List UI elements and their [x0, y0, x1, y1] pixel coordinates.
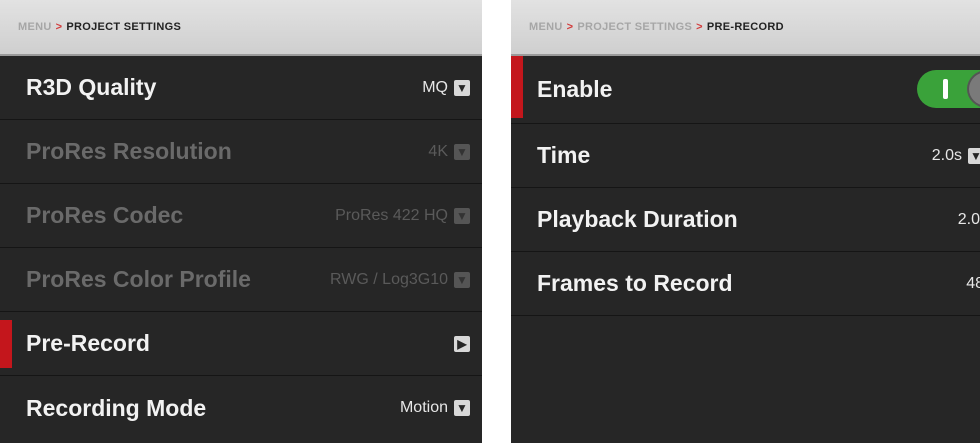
chevron-down-icon: ▼ [454, 79, 470, 96]
toggle-knob [967, 70, 980, 108]
chevron-down-icon: ▼ [454, 271, 470, 288]
dropdown-value-text: ProRes 422 HQ [335, 206, 448, 224]
breadcrumb-parent[interactable]: PROJECT SETTINGS [577, 21, 692, 33]
dropdown-value: RWG / Log3G10 ▼ [330, 271, 470, 289]
breadcrumb-current: PROJECT SETTINGS [66, 21, 182, 33]
dropdown-value[interactable]: Motion ▼ [400, 399, 470, 417]
dropdown-value[interactable]: 2.0s ▼ [932, 147, 980, 165]
menu-row-recording-mode[interactable]: Recording Mode Motion ▼ [0, 376, 482, 440]
menu-row-r3d-quality[interactable]: R3D Quality MQ ▼ [0, 56, 482, 120]
menu-row-label: Playback Duration [537, 206, 738, 232]
pre-record-panel: MENU > PROJECT SETTINGS > PRE-RECORD Ena… [511, 0, 980, 443]
breadcrumb: MENU > PROJECT SETTINGS [0, 0, 482, 56]
dropdown-value-text: Motion [399, 399, 448, 416]
menu-row-pre-record[interactable]: Pre-Record ▶ [0, 312, 482, 376]
readonly-value: 48 [966, 274, 980, 292]
menu-row-label: Time [537, 142, 591, 168]
menu-row-prores-resolution: ProRes Resolution 4K ▼ [0, 120, 482, 184]
menu-row-playback-duration: Playback Duration 2.0s [511, 188, 980, 252]
menu-row-label: ProRes Codec [26, 202, 184, 228]
menu-row-label: Frames to Record [537, 270, 733, 296]
menu-row-prores-color-profile: ProRes Color Profile RWG / Log3G10 ▼ [0, 248, 482, 312]
dropdown-value-text: MQ [422, 78, 448, 96]
dropdown-value[interactable]: MQ ▼ [422, 79, 470, 97]
menu-row-label: Pre-Record [26, 330, 150, 356]
menu-row-prores-codec: ProRes Codec ProRes 422 HQ ▼ [0, 184, 482, 248]
chevron-down-icon: ▼ [968, 147, 980, 164]
dropdown-value-text: 4K [428, 142, 448, 160]
menu-row-label: Recording Mode [26, 394, 207, 421]
menu-row-enable[interactable]: Enable [511, 56, 980, 124]
breadcrumb-separator: > [55, 21, 63, 33]
menu-row-label: ProRes Resolution [26, 138, 232, 164]
menu-row-frames-to-record: Frames to Record 48 [511, 252, 980, 316]
dropdown-value: ProRes 422 HQ ▼ [335, 207, 470, 225]
project-settings-panel: MENU > PROJECT SETTINGS R3D Quality MQ ▼… [0, 0, 482, 443]
readonly-value: 2.0s [957, 210, 980, 228]
chevron-down-icon: ▼ [454, 207, 470, 224]
menu-row-label: R3D Quality [26, 74, 157, 100]
chevron-down-icon: ▼ [454, 400, 470, 416]
breadcrumb: MENU > PROJECT SETTINGS > PRE-RECORD [511, 0, 980, 56]
menu-row-label: ProRes Color Profile [26, 266, 251, 292]
submenu-arrow[interactable]: ▶ [454, 335, 470, 352]
chevron-down-icon: ▼ [454, 143, 470, 160]
menu-row-label: Enable [537, 76, 613, 102]
breadcrumb-separator: > [696, 21, 703, 33]
selection-indicator [0, 320, 12, 368]
breadcrumb-root[interactable]: MENU [18, 21, 52, 33]
chevron-right-icon: ▶ [454, 335, 470, 352]
menu-row-time[interactable]: Time 2.0s ▼ [511, 124, 980, 188]
breadcrumb-root[interactable]: MENU [529, 21, 563, 33]
dropdown-value-text: RWG / Log3G10 [330, 270, 448, 288]
dropdown-value-text: 2.0s [931, 146, 962, 164]
toggle-on-mark-icon [943, 79, 948, 99]
enable-toggle[interactable] [917, 70, 980, 108]
selection-indicator [511, 56, 523, 118]
dropdown-value: 4K ▼ [428, 143, 470, 161]
breadcrumb-current: PRE-RECORD [706, 21, 784, 33]
breadcrumb-separator: > [566, 21, 574, 33]
